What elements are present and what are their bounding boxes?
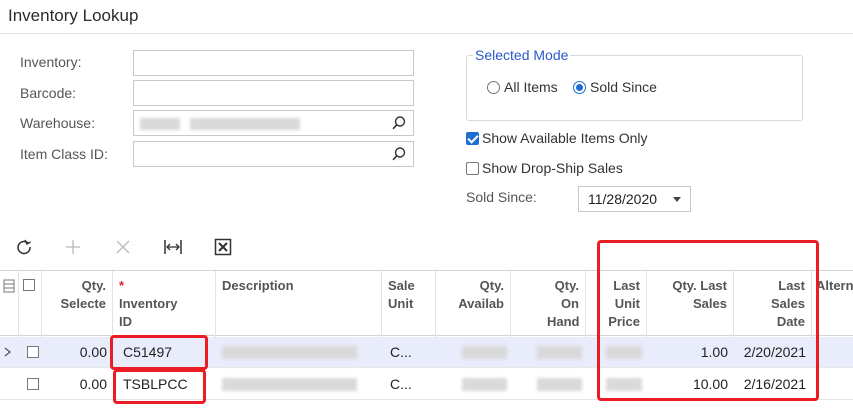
sale-unit-cell[interactable]: C... (382, 337, 436, 368)
delete-icon[interactable] (112, 236, 134, 258)
header-qty-selected[interactable]: Qty. Selecte (42, 271, 113, 337)
page-title: Inventory Lookup (8, 6, 139, 25)
show-available-check[interactable] (466, 131, 479, 145)
warehouse-selector[interactable] (133, 110, 414, 136)
show-dropship-label: Show Drop-Ship Sales (482, 160, 623, 176)
show-available-label: Show Available Items Only (482, 130, 648, 146)
redacted-warehouse (140, 118, 180, 130)
qty-selected-cell[interactable]: 0.00 (42, 369, 113, 400)
show-dropship-check[interactable] (466, 161, 479, 175)
inventory-input[interactable] (133, 50, 414, 76)
show-available-checkbox[interactable]: Show Available Items Only (466, 130, 648, 146)
row-settings-header[interactable] (0, 271, 19, 337)
radio-all-items-circle[interactable] (487, 80, 500, 94)
sale-unit-cell[interactable]: C... (382, 369, 436, 400)
show-dropship-checkbox[interactable]: Show Drop-Ship Sales (466, 160, 623, 176)
highlight-box (597, 240, 819, 401)
select-all-header[interactable] (19, 271, 42, 337)
selected-mode-group: Selected Mode All Items Sold Since (466, 47, 803, 121)
sold-since-label: Sold Since: (466, 189, 537, 205)
row-checkbox[interactable] (27, 378, 39, 390)
redacted-qty-available (462, 378, 507, 391)
row-checkbox[interactable] (27, 346, 39, 358)
add-icon[interactable] (62, 236, 84, 258)
redacted-description (222, 346, 357, 359)
sold-since-date-picker[interactable]: 11/28/2020 (578, 186, 691, 212)
header-inventory-id[interactable]: * Inventory ID (113, 271, 216, 337)
radio-sold-since-label: Sold Since (590, 79, 657, 95)
radio-sold-since-circle[interactable] (573, 80, 586, 94)
inventory-label: Inventory: (20, 54, 82, 70)
select-all-checkbox[interactable] (23, 279, 35, 291)
header-sale-unit[interactable]: Sale Unit (382, 271, 436, 337)
fit-columns-icon[interactable] (162, 236, 184, 258)
header-qty-available[interactable]: Qty. Availab (436, 271, 511, 337)
export-excel-icon[interactable] (212, 236, 234, 258)
qty-selected-cell[interactable]: 0.00 (42, 337, 113, 368)
redacted-description (222, 378, 357, 391)
item-class-selector[interactable] (133, 141, 414, 167)
search-icon[interactable] (391, 115, 407, 131)
required-marker: * (119, 278, 125, 293)
title-bar: Inventory Lookup (0, 0, 853, 34)
header-inventory-id-label: Inventory ID (119, 296, 178, 329)
header-qty-on-hand[interactable]: Qty. On Hand (511, 271, 586, 337)
selected-mode-legend: Selected Mode (473, 47, 571, 63)
row-pointer-icon (4, 337, 19, 368)
search-icon[interactable] (391, 146, 407, 162)
redacted-qty-on-hand (537, 378, 582, 391)
radio-all-items-label: All Items (504, 79, 558, 95)
barcode-input[interactable] (133, 80, 414, 106)
redacted-qty-on-hand (537, 346, 582, 359)
warehouse-label: Warehouse: (20, 115, 95, 131)
highlight-box (110, 335, 208, 370)
barcode-label: Barcode: (20, 85, 77, 101)
radio-all-items[interactable]: All Items (487, 79, 558, 95)
header-description[interactable]: Description (216, 271, 382, 337)
highlight-box (113, 369, 206, 404)
refresh-icon[interactable] (13, 236, 35, 258)
grid-settings-icon[interactable] (2, 279, 16, 293)
item-class-label: Item Class ID: (20, 146, 108, 162)
redacted-qty-available (462, 346, 507, 359)
sold-since-value: 11/28/2020 (588, 191, 658, 207)
radio-sold-since[interactable]: Sold Since (573, 79, 657, 95)
chevron-down-icon[interactable] (673, 197, 681, 202)
redacted-warehouse (190, 118, 300, 130)
